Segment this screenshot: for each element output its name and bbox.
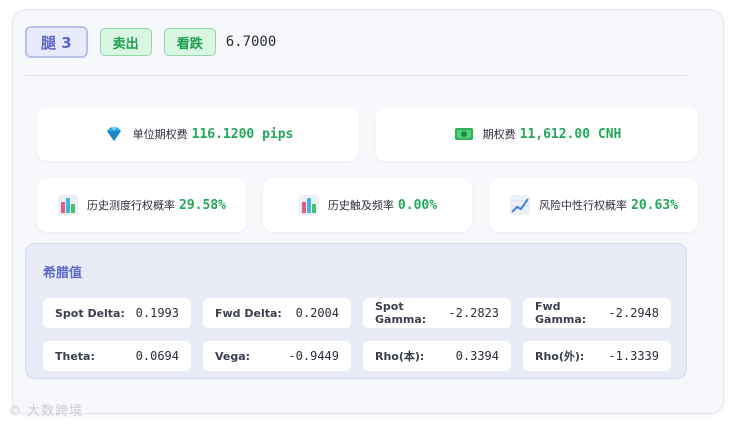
greek-name: Fwd Delta: <box>215 306 282 320</box>
bar-chart-icon <box>57 194 79 216</box>
greek-value: 0.3394 <box>455 349 499 363</box>
unit-premium-card: 单位期权费 116.1200 pips <box>37 107 359 161</box>
total-premium-card: 期权费 11,612.00 CNH <box>376 107 698 161</box>
strike-value: 6.7000 <box>225 34 277 50</box>
greek-value: -1.3339 <box>608 349 659 363</box>
leg-header: 腿 3 卖出 看跌 6.7000 <box>25 26 276 58</box>
hist-exercise-value: 29.58% <box>179 197 226 213</box>
risk-neutral-card: 风险中性行权概率 20.63% <box>489 178 698 232</box>
line-chart-icon <box>509 194 531 216</box>
greek-rho-foreign: Rho(外): -1.3339 <box>523 341 671 371</box>
greek-name: Rho(本): <box>375 350 425 363</box>
greeks-panel: 希腊值 Spot Delta: 0.1993 Fwd Delta: 0.2004… <box>25 243 687 379</box>
greek-value: -2.2823 <box>448 306 499 320</box>
hist-touch-card: 历史触及频率 0.00% <box>263 178 472 232</box>
hist-touch-value: 0.00% <box>397 197 438 213</box>
greek-value: 0.0694 <box>135 349 179 363</box>
risk-neutral-label: 风险中性行权概率 <box>539 199 628 212</box>
greek-value: 0.2004 <box>295 306 339 320</box>
total-premium-label: 期权费 <box>482 128 516 141</box>
watermark: © 大数跨境 <box>8 404 84 419</box>
greek-value: -2.2948 <box>608 306 659 320</box>
greek-name: Rho(外): <box>535 350 585 363</box>
greek-name: Fwd Gamma: <box>535 300 587 326</box>
side-badge: 卖出 <box>99 28 152 56</box>
greek-vega: Vega: -0.9449 <box>203 341 351 371</box>
greek-spot-gamma: Spot Gamma: -2.2823 <box>363 298 511 328</box>
gem-icon <box>103 123 125 145</box>
greek-spot-delta: Spot Delta: 0.1993 <box>43 298 191 328</box>
greek-name: Spot Gamma: <box>375 300 427 326</box>
unit-premium-label: 单位期权费 <box>132 128 188 141</box>
risk-neutral-value: 20.63% <box>631 197 678 213</box>
leg-badge[interactable]: 腿 3 <box>25 26 88 58</box>
greeks-title: 希腊值 <box>43 266 83 281</box>
greek-rho-domestic: Rho(本): 0.3394 <box>363 341 511 371</box>
money-icon <box>453 123 475 145</box>
hist-exercise-label: 历史测度行权概率 <box>87 199 176 212</box>
hist-touch-label: 历史触及频率 <box>327 199 394 212</box>
greek-theta: Theta: 0.0694 <box>43 341 191 371</box>
bar-chart-icon <box>298 194 320 216</box>
direction-badge: 看跌 <box>163 28 216 56</box>
greek-fwd-gamma: Fwd Gamma: -2.2948 <box>523 298 671 328</box>
greek-name: Theta: <box>55 349 95 363</box>
greek-fwd-delta: Fwd Delta: 0.2004 <box>203 298 351 328</box>
unit-premium-value: 116.1200 pips <box>191 126 294 142</box>
divider <box>25 75 687 76</box>
greek-name: Vega: <box>215 349 251 363</box>
hist-exercise-card: 历史测度行权概率 29.58% <box>37 178 246 232</box>
total-premium-value: 11,612.00 CNH <box>519 126 622 142</box>
greek-name: Spot Delta: <box>55 306 125 320</box>
greek-value: 0.1993 <box>135 306 179 320</box>
greek-value: -0.9449 <box>288 349 339 363</box>
